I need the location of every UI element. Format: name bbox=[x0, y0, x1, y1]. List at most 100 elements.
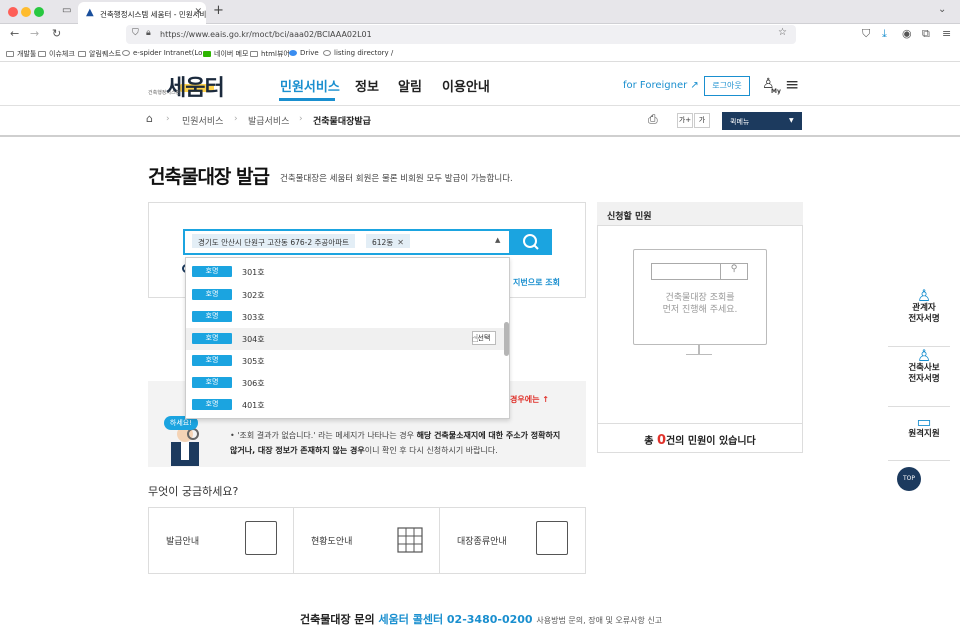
maximize-window-icon[interactable] bbox=[34, 7, 44, 17]
font-increase-button[interactable]: 가+ bbox=[677, 113, 693, 128]
extensions-icon[interactable]: ⧉ bbox=[922, 27, 930, 41]
account-icon[interactable]: ◉ bbox=[902, 27, 912, 40]
tab-overview-icon[interactable]: ▭ bbox=[62, 5, 71, 16]
site-logo-sub: 건축행정시스템 bbox=[148, 90, 181, 96]
monitor-search-field bbox=[651, 263, 721, 280]
faq-title: 무엇이 궁금하세요? bbox=[148, 485, 239, 498]
document-icon bbox=[245, 521, 277, 555]
list-item[interactable]: 호명 302호 bbox=[186, 284, 509, 306]
pocket-icon[interactable]: ⛉ bbox=[862, 27, 870, 41]
print-icon[interactable]: ⎙ bbox=[648, 112, 658, 127]
new-tab-icon[interactable]: + bbox=[213, 3, 224, 18]
request-count: 총 0건의 민원이 있습니다 bbox=[597, 423, 803, 453]
for-foreigner-link[interactable]: for Foreigner ↗ bbox=[623, 80, 699, 91]
page-title: 건축물대장 발급 bbox=[148, 166, 270, 188]
nav-civil-service[interactable]: 민원서비스 bbox=[280, 76, 340, 95]
bookmarks-bar: 개발툴 이슈체크 알림퀘스트 e-spider Intranet(Lo... 네… bbox=[0, 46, 960, 62]
scroll-top-button[interactable]: TOP bbox=[897, 467, 921, 491]
browser-tab-bar: ▭ ▲ 건축행정시스템 세움터 - 민원서비스... ✕ + ⌄ bbox=[0, 0, 960, 24]
chevron-right-icon: › bbox=[166, 114, 170, 124]
minimize-window-icon[interactable] bbox=[21, 7, 31, 17]
unit-badge: 호명 bbox=[192, 289, 232, 300]
lock-icon[interactable]: 🔒︎ bbox=[146, 28, 151, 38]
unit-label: 301호 bbox=[242, 268, 265, 277]
list-item[interactable]: 호명 305호 bbox=[186, 350, 509, 372]
unit-badge: 호명 bbox=[192, 399, 232, 410]
monitor-base bbox=[686, 354, 712, 355]
logout-button[interactable]: 로그아웃 bbox=[704, 76, 750, 96]
unit-dropdown-list[interactable]: 호명 301호 호명 302호 호명 303호 호명 304호 선택 호명 30… bbox=[185, 257, 510, 419]
bookmark-item[interactable]: 개발툴 bbox=[6, 49, 36, 59]
dong-chip[interactable]: 612동 ✕ bbox=[366, 234, 410, 248]
nav-active-indicator bbox=[279, 98, 335, 101]
list-item[interactable]: 호명 303호 bbox=[186, 306, 509, 328]
site-logo[interactable]: 세움터 bbox=[166, 70, 225, 102]
reload-icon[interactable]: ↻ bbox=[52, 27, 61, 40]
menu-icon[interactable]: ≡ bbox=[942, 27, 951, 40]
nav-notice[interactable]: 알림 bbox=[398, 76, 422, 95]
unit-badge: 호명 bbox=[192, 377, 232, 388]
tab-list-icon[interactable]: ⌄ bbox=[938, 4, 946, 15]
address-chip[interactable]: 경기도 안산시 단원구 고잔동 676-2 주공아파트 bbox=[192, 234, 356, 248]
bookmark-item[interactable]: listing directory / bbox=[323, 49, 393, 57]
faq-register-type-guide[interactable]: 대장종류안내 bbox=[457, 534, 507, 547]
bookmark-item[interactable]: 네이버 메모 bbox=[203, 49, 248, 59]
bookmark-item[interactable]: 알림퀘스트 bbox=[78, 49, 121, 59]
dropdown-caret-icon[interactable]: ▲ bbox=[495, 236, 500, 244]
close-window-icon[interactable] bbox=[8, 7, 18, 17]
breadcrumb-item[interactable]: 발급서비스 bbox=[248, 114, 289, 127]
unit-badge: 호명 bbox=[192, 311, 232, 322]
quick-divider bbox=[888, 406, 950, 407]
unit-label: 401호 bbox=[242, 401, 265, 410]
tab-close-icon[interactable]: ✕ bbox=[194, 7, 202, 17]
quick-remote-support[interactable]: ▭ 원격지원 bbox=[888, 414, 960, 440]
breadcrumb-item[interactable]: 민원서비스 bbox=[182, 114, 223, 127]
callcenter-number[interactable]: 세움터 콜센터 02-3480-0200 bbox=[379, 613, 533, 626]
search-button[interactable] bbox=[510, 229, 552, 255]
bookmark-item[interactable]: 이슈체크 bbox=[38, 49, 75, 59]
bookmark-item[interactable]: html뷰어 bbox=[250, 49, 290, 59]
nav-guide[interactable]: 이용안내 bbox=[442, 76, 490, 95]
hand-cursor-icon: ☝ bbox=[472, 332, 479, 345]
tab-title: 건축행정시스템 세움터 - 민원서비스... bbox=[100, 10, 206, 19]
unit-label: 306호 bbox=[242, 379, 265, 388]
shield-icon[interactable]: ⛉ bbox=[132, 28, 139, 38]
person-sign-icon: ♙ bbox=[916, 286, 932, 305]
unit-label: 302호 bbox=[242, 291, 265, 300]
bookmark-item[interactable]: Drive bbox=[289, 49, 319, 57]
faq-divider bbox=[439, 507, 440, 574]
monitor-message: 건축물대장 조회를 먼저 진행해 주세요. bbox=[662, 293, 738, 315]
my-label: My bbox=[771, 88, 781, 95]
list-item[interactable]: 호명 304호 선택 bbox=[186, 328, 509, 350]
faq-floorplan-guide[interactable]: 현황도안내 bbox=[311, 534, 352, 547]
address-bar[interactable]: ⛉ 🔒︎ https://www.eais.go.kr/moct/bci/aaa… bbox=[126, 25, 796, 44]
footer-contact: 건축물대장 문의 세움터 콜센터 02-3480-0200 사용방법 문의, 장… bbox=[300, 613, 663, 626]
quick-stakeholder-sign[interactable]: ♙ 관계자 전자서명 bbox=[888, 286, 960, 325]
list-item[interactable]: 호명 301호 bbox=[186, 261, 509, 283]
forward-icon[interactable]: → bbox=[30, 27, 39, 40]
register-doc-icon bbox=[536, 521, 568, 555]
search-icon bbox=[523, 234, 539, 250]
bookmark-item[interactable]: e-spider Intranet(Lo... bbox=[122, 49, 209, 57]
font-decrease-button[interactable]: 가 bbox=[694, 113, 710, 128]
home-icon[interactable]: ⌂ bbox=[146, 112, 153, 125]
quick-menu-select[interactable]: 퀵메뉴 ▼ bbox=[722, 112, 802, 130]
search-by-lot-link[interactable]: 지번으로 조회 bbox=[513, 277, 560, 288]
site-favicon-icon: ▲ bbox=[86, 7, 94, 18]
notice-text: • '조회 결과가 없습니다.' 라는 메세지가 나타나는 경우 해당 건축물소… bbox=[230, 431, 561, 455]
quick-architect-sign[interactable]: ♙ 건축사보 전자서명 bbox=[888, 348, 960, 385]
unit-badge: 호명 bbox=[192, 266, 232, 277]
chip-remove-icon[interactable]: ✕ bbox=[397, 238, 404, 247]
hamburger-menu-icon[interactable]: ≡ bbox=[785, 75, 799, 95]
breadcrumb bbox=[0, 106, 960, 137]
back-icon[interactable]: ← bbox=[10, 27, 19, 40]
bookmark-star-icon[interactable]: ☆ bbox=[778, 27, 787, 38]
list-item[interactable]: 호명 306호 bbox=[186, 372, 509, 394]
list-item[interactable]: 호명 401호 bbox=[186, 394, 509, 416]
scrollbar-thumb[interactable] bbox=[504, 322, 509, 356]
nav-info[interactable]: 정보 bbox=[355, 76, 379, 95]
faq-issue-guide[interactable]: 발급안내 bbox=[166, 534, 199, 547]
unit-label: 304호 bbox=[242, 335, 265, 344]
browser-tab[interactable]: ▲ 건축행정시스템 세움터 - 민원서비스... ✕ bbox=[78, 2, 206, 24]
downloads-icon[interactable]: ⤓ bbox=[882, 27, 887, 41]
